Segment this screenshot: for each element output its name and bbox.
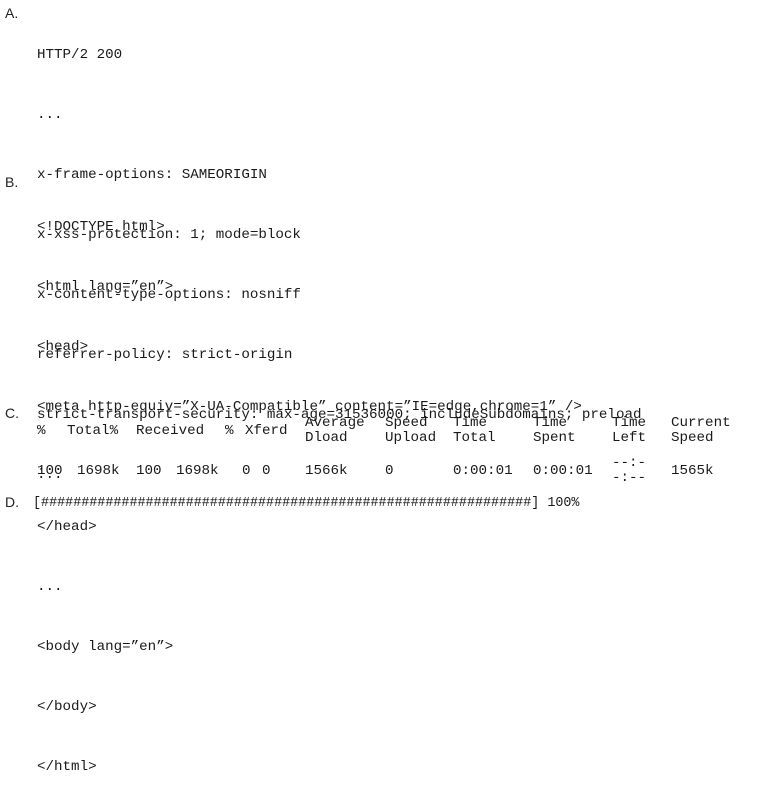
- col-received-header: Received: [136, 423, 205, 439]
- value-received: 1698k: [176, 463, 219, 479]
- progress-bar: [#######################################…: [33, 496, 579, 512]
- progress-bar-open-bracket: [: [33, 496, 42, 511]
- status-line: HTTP/2 200: [37, 47, 123, 63]
- value-received-percent: 100: [136, 463, 162, 479]
- col-time-total-header: Time: [453, 415, 488, 431]
- value-average-dload: 1566k: [305, 463, 348, 479]
- col-percent-header: %: [37, 423, 46, 439]
- value-time-left: --:-: [612, 455, 647, 471]
- value-time-spent: 0:00:01: [533, 463, 593, 479]
- progress-percent-text: 100%: [547, 496, 580, 511]
- col-speed-upload-header-line2: Upload: [385, 430, 437, 446]
- meta-line: <meta http-equiv=”X-UA-Compatible” conte…: [37, 399, 582, 415]
- value-time-total: 0:00:01: [453, 463, 513, 479]
- col-xferd-header: Xferd: [245, 423, 288, 439]
- col-time-spent-header-line2: Spent: [533, 430, 576, 446]
- section-b-label: B.: [5, 174, 19, 190]
- head-open-line: <head>: [37, 339, 89, 355]
- value-xferd: 0: [262, 463, 271, 479]
- col-time-left-header-line2: Left: [612, 430, 647, 446]
- col-time-total-header-line2: Total: [453, 430, 496, 446]
- col-average-dload-header: Average: [305, 415, 365, 431]
- html-source: <!DOCTYPE html> <html lang=”en”> <head> …: [37, 177, 582, 797]
- ellipsis: ...: [37, 107, 63, 123]
- value-time-left-line2: -:--: [612, 470, 647, 486]
- value-speed-upload: 0: [385, 463, 394, 479]
- ellipsis: ...: [37, 579, 63, 595]
- section-c-label: C.: [5, 405, 19, 421]
- section-d-label: D.: [5, 494, 19, 510]
- col-current-speed-header: Current: [671, 415, 731, 431]
- value-percent: 100: [37, 463, 63, 479]
- html-open-line: <html lang=”en”>: [37, 279, 174, 295]
- head-close-line: </head>: [37, 519, 97, 535]
- col-time-left-header: Time: [612, 415, 647, 431]
- col-time-spent-header: Time: [533, 415, 568, 431]
- value-xferd-percent: 0: [242, 463, 251, 479]
- body-close-line: </body>: [37, 699, 97, 715]
- col-current-speed-header-line2: Speed: [671, 430, 714, 446]
- col-xferd-percent-header: %: [225, 423, 234, 439]
- value-total: 1698k: [77, 463, 120, 479]
- doctype-line: <!DOCTYPE html>: [37, 219, 165, 235]
- value-current-speed: 1565k: [671, 463, 714, 479]
- col-speed-upload-header: Speed: [385, 415, 428, 431]
- progress-bar-fill: ########################################…: [41, 496, 532, 511]
- section-a-label: A.: [5, 5, 19, 21]
- html-close-line: </html>: [37, 759, 97, 775]
- body-open-line: <body lang=”en”>: [37, 639, 174, 655]
- col-total-header: Total%: [67, 423, 119, 439]
- col-average-dload-header-line2: Dload: [305, 430, 348, 446]
